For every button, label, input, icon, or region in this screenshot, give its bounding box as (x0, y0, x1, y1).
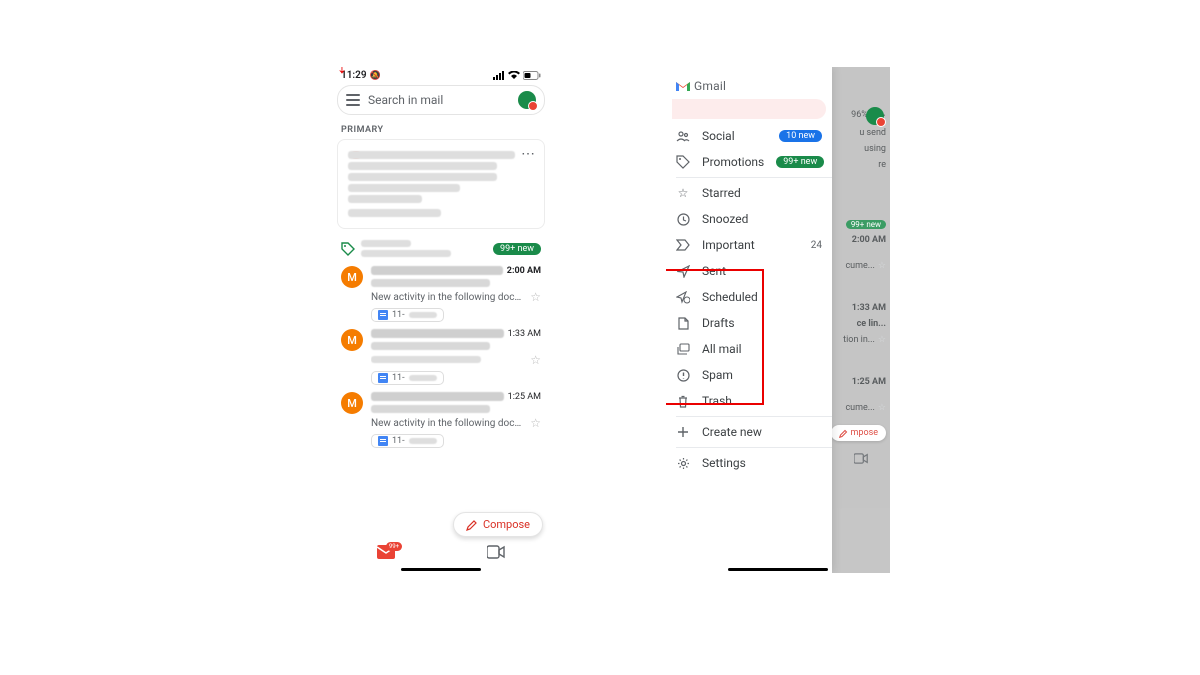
meet-tab[interactable] (487, 545, 505, 559)
more-icon[interactable]: ⋯ (521, 146, 536, 162)
stack-icon (676, 343, 690, 356)
file-icon (676, 317, 690, 330)
drawer-item-settings[interactable]: Settings (666, 450, 832, 476)
important-count: 24 (811, 240, 822, 251)
important-icon (676, 239, 690, 251)
phone-left: 11:29 🔕 ↓ Search in mail PRIMARY ⋯ 99+ n… (331, 67, 551, 573)
schedule-icon (676, 291, 690, 304)
sender-avatar: M (341, 266, 363, 288)
pencil-icon (466, 519, 478, 531)
search-bar[interactable]: ↓ Search in mail (337, 85, 545, 115)
drawer-header: Gmail (666, 67, 832, 99)
mail-badge: 99+ (386, 542, 402, 551)
thread-time: 2:00 AM (507, 266, 541, 276)
drawer-item-snoozed[interactable]: Snoozed (666, 206, 832, 232)
divider (676, 177, 832, 178)
status-bar: 11:29 🔕 (331, 67, 551, 83)
spam-icon (676, 369, 690, 382)
attachment-chip[interactable]: 11- (371, 371, 444, 385)
meet-tab-bg[interactable] (854, 453, 868, 464)
search-placeholder: Search in mail (368, 93, 510, 107)
drawer-item-spam[interactable]: Spam (666, 362, 832, 388)
email-thread[interactable]: M 1:33 AM ☆ 11- (331, 325, 551, 388)
gmail-logo: Gmail (676, 79, 726, 93)
email-thread[interactable]: M 1:25 AM New activity in the following … (331, 388, 551, 451)
compose-button[interactable]: Compose (453, 512, 543, 537)
send-icon (676, 265, 690, 278)
cellular-icon (493, 71, 505, 80)
gear-icon (676, 457, 690, 470)
menu-icon[interactable] (346, 94, 360, 106)
trash-icon (676, 395, 690, 408)
thread-time: 1:25 AM (508, 392, 541, 402)
star-icon[interactable]: ☆ (530, 416, 541, 430)
drawer-item-allmail[interactable]: All mail (666, 336, 832, 362)
drawer-item-social[interactable]: Social 10 new (666, 123, 832, 149)
thread-snippet: New activity in the following docume... (371, 418, 526, 429)
backdrop-content: 96%)⋯ u send using re 99+ new 2:00 AM cu… (832, 67, 890, 573)
plus-icon (676, 426, 690, 438)
drawer-item-promotions[interactable]: Promotions 99+ new (666, 149, 832, 175)
attachment-chip[interactable]: 11- (371, 308, 444, 322)
drawer-item-sent[interactable]: Sent (666, 258, 832, 284)
thread-time: 1:33 AM (508, 329, 541, 339)
clock-icon (676, 213, 690, 226)
promotions-badge: 99+ new (776, 156, 824, 168)
tag-icon (676, 155, 690, 169)
primary-label: PRIMARY (331, 119, 551, 139)
tag-icon (341, 242, 355, 256)
compose-button-bg[interactable]: mpose (832, 425, 886, 441)
star-icon[interactable]: ☆ (530, 353, 541, 367)
attachment-chip[interactable]: 11- (371, 434, 444, 448)
nav-drawer: Gmail Social 10 new Promotions 99+ new ☆… (666, 67, 832, 573)
people-icon (676, 129, 690, 143)
account-avatar[interactable] (866, 107, 884, 125)
mail-tab[interactable]: 99+ (377, 545, 395, 559)
thread-snippet: New activity in the following docume... (371, 292, 526, 303)
sender-avatar: M (341, 329, 363, 351)
drawer-item-important[interactable]: Important 24 (666, 232, 832, 258)
docs-icon (378, 310, 388, 320)
docs-icon (378, 436, 388, 446)
bottom-nav: 99+ (331, 541, 551, 563)
drawer-item-starred[interactable]: ☆ Starred (666, 180, 832, 206)
promotions-row[interactable]: 99+ new (331, 233, 551, 262)
promotions-badge: 99+ new (493, 243, 541, 255)
annotation-arrow: ↓ (337, 67, 347, 79)
docs-icon (378, 373, 388, 383)
home-indicator (401, 568, 481, 571)
sender-avatar: M (341, 392, 363, 414)
social-badge: 10 new (779, 130, 822, 142)
wifi-icon (508, 71, 520, 80)
star-icon[interactable]: ☆ (530, 290, 541, 304)
email-thread[interactable]: M 2:00 AM New activity in the following … (331, 262, 551, 325)
divider (676, 447, 832, 448)
silent-icon: 🔕 (370, 71, 381, 81)
storage-card[interactable]: ⋯ (337, 139, 545, 229)
star-icon: ☆ (676, 186, 690, 200)
battery-icon (523, 71, 541, 80)
drawer-selected-row[interactable] (672, 99, 826, 119)
drawer-item-create[interactable]: Create new (666, 419, 832, 445)
home-indicator (728, 568, 828, 571)
account-avatar[interactable] (518, 91, 536, 109)
drawer-item-trash[interactable]: Trash (666, 388, 832, 414)
drawer-item-drafts[interactable]: Drafts (666, 310, 832, 336)
drawer-item-scheduled[interactable]: Scheduled (666, 284, 832, 310)
divider (676, 416, 832, 417)
phone-right: 96%)⋯ u send using re 99+ new 2:00 AM cu… (666, 67, 890, 573)
